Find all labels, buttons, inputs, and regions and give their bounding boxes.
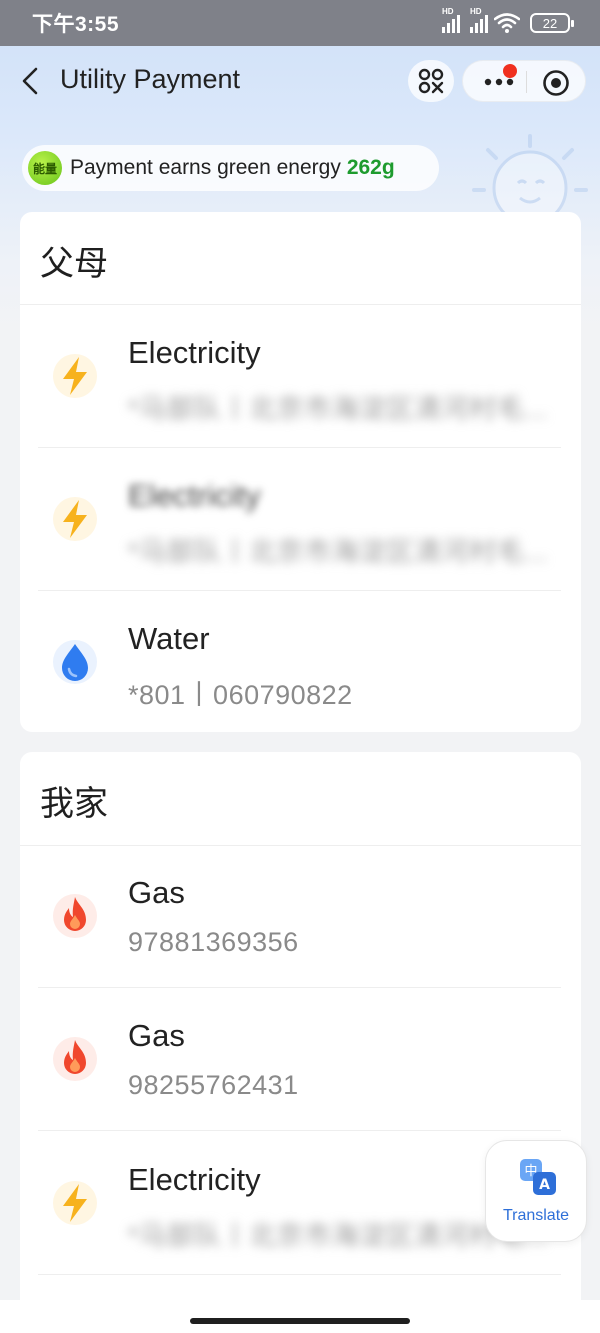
capsule-divider xyxy=(526,71,527,93)
lightning-icon xyxy=(53,497,97,541)
green-energy-banner[interactable]: 能量 Payment earns green energy 262g xyxy=(22,145,439,191)
item-type: Electricity xyxy=(128,335,261,370)
item-detail: *801丨060790822 xyxy=(128,680,353,710)
item-detail: 97881369356 xyxy=(128,927,299,957)
home-indicator[interactable] xyxy=(190,1318,410,1324)
status-icons: HD HD 22 xyxy=(442,7,574,33)
list-item[interactable]: Water *801丨060790822 xyxy=(20,591,581,734)
target-circle-icon[interactable] xyxy=(541,68,571,98)
notification-dot xyxy=(503,64,517,78)
item-detail: *马部队丨北京市海淀区清河村毛... xyxy=(128,537,549,567)
list-item[interactable]: Gas 97881369356 xyxy=(20,845,581,988)
group-title: 我家 xyxy=(40,785,108,823)
page-title: Utility Payment xyxy=(60,64,241,94)
flame-icon xyxy=(53,1037,97,1081)
translate-icon: 中 A xyxy=(520,1159,556,1195)
bottom-safe-area xyxy=(0,1300,600,1333)
item-type: Electricity xyxy=(128,478,261,513)
status-bar: 下午3:55 HD HD 22 xyxy=(0,0,600,46)
mini-program-capsule xyxy=(462,60,586,102)
battery-icon: 22 xyxy=(530,13,574,33)
wifi-icon xyxy=(494,13,520,33)
item-detail: 98255762431 xyxy=(128,1070,299,1100)
signal-icon: HD xyxy=(442,7,460,33)
scan-code-icon xyxy=(418,68,444,94)
item-type: Gas xyxy=(128,1018,185,1053)
lightning-icon xyxy=(53,354,97,398)
group-title: 父母 xyxy=(40,245,108,283)
divider xyxy=(38,1274,561,1275)
lightning-icon xyxy=(53,1181,97,1225)
list-item[interactable]: Electricity *马部队丨北京市海淀区清河村毛... xyxy=(20,448,581,591)
svg-text:A: A xyxy=(539,1177,550,1193)
group-card-parents: 父母 Electricity *马部队丨北京市海淀区清河村毛... Electr… xyxy=(20,212,581,732)
translate-label: Translate xyxy=(502,1207,570,1224)
scan-button[interactable] xyxy=(408,60,454,102)
chevron-left-icon[interactable] xyxy=(18,66,42,96)
item-detail: *马部队丨北京市海淀区清河村毛... xyxy=(128,394,549,424)
energy-amount: 262g xyxy=(346,156,395,179)
translate-button[interactable]: 中 A Translate xyxy=(485,1140,587,1242)
item-type: Gas xyxy=(128,875,185,910)
nav-bar: Utility Payment xyxy=(0,46,600,118)
energy-badge: 能量 xyxy=(28,151,62,185)
list-item[interactable]: Electricity *马部队丨北京市海淀区清河村毛... xyxy=(20,305,581,448)
flame-icon xyxy=(53,894,97,938)
status-time: 下午3:55 xyxy=(32,13,120,36)
energy-text: Payment earns green energy xyxy=(70,156,341,179)
list-item[interactable]: Gas 98255762431 xyxy=(20,988,581,1131)
item-type: Water xyxy=(128,621,210,656)
signal-icon: HD xyxy=(470,7,488,33)
divider xyxy=(38,1130,561,1131)
item-type: Electricity xyxy=(128,1162,261,1197)
water-drop-icon xyxy=(53,640,97,684)
